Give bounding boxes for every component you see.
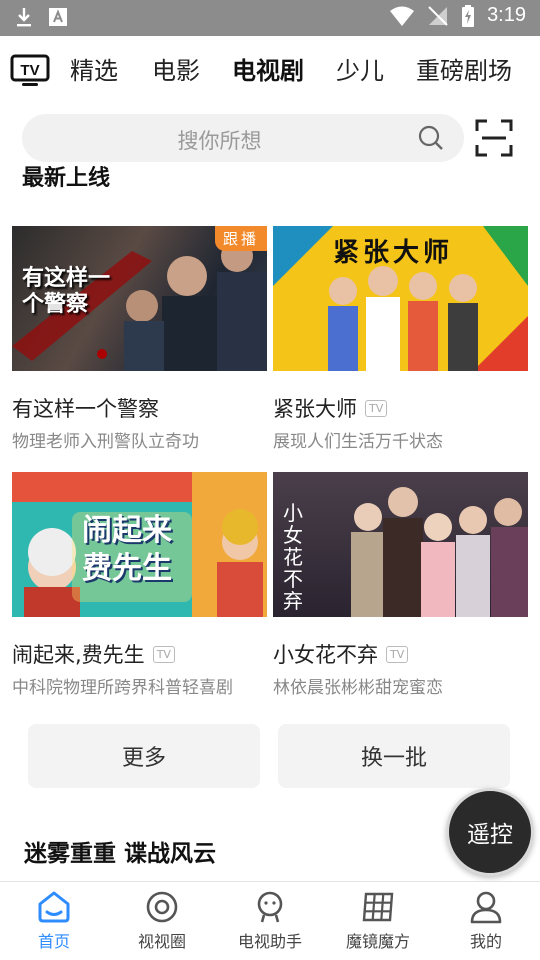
search-placeholder: 搜你所想	[177, 129, 262, 153]
more-button[interactable]: 更多	[28, 724, 260, 788]
cube-grid-icon	[362, 892, 394, 922]
card-subtitle: 林依晨张彬彬甜宠蜜恋	[273, 678, 443, 698]
tv-logo-icon[interactable]: TV	[10, 54, 50, 88]
font-app-icon	[49, 8, 67, 26]
wifi-icon	[390, 6, 415, 26]
bottom-nav-label: 我的	[469, 932, 502, 951]
circle-icon	[146, 891, 178, 923]
bottom-nav-tv-assistant[interactable]: 电视助手	[216, 890, 324, 952]
bottom-nav-circle[interactable]: 视视圈	[108, 890, 216, 952]
bottom-nav-mine[interactable]: 我的	[432, 890, 540, 952]
section-title-spy-drama: 迷雾重重 谍战风云	[24, 841, 217, 867]
show-card-nervous-master[interactable]: 紧张大师 紧张大师 TV 展现人们生活万千状态	[273, 226, 528, 452]
tv-badge: TV	[386, 645, 409, 663]
card-title: 小女花不弃	[273, 643, 378, 667]
card-subtitle: 中科院物理所跨界科普轻喜剧	[12, 678, 233, 698]
svg-text:TV: TV	[20, 62, 39, 79]
no-signal-icon	[428, 5, 448, 26]
remote-control-button[interactable]: 遥控	[446, 788, 534, 876]
card-subtitle: 展现人们生活万千状态	[273, 432, 443, 452]
bottom-nav-home[interactable]: 首页	[0, 890, 108, 952]
follow-badge: 跟播	[214, 226, 267, 251]
show-poster[interactable]: 有这样一个警察 跟播	[12, 226, 267, 371]
tab-movies[interactable]: 电影	[152, 56, 200, 86]
download-icon	[17, 8, 31, 27]
poster-overlay-text: 紧张大师	[333, 238, 454, 268]
bottom-nav-label: 电视助手	[237, 932, 302, 951]
bottom-nav-label: 魔镜魔方	[345, 932, 410, 951]
scan-icon[interactable]	[474, 118, 514, 158]
tab-tv-series[interactable]: 电视剧	[232, 56, 304, 86]
card-title: 紧张大师	[273, 397, 357, 421]
tab-featured[interactable]: 精选	[70, 56, 118, 86]
poster-overlay-text: 有这样一个警察	[22, 266, 111, 317]
tab-blockbuster-theater[interactable]: 重磅剧场	[416, 56, 512, 86]
section-title-new-releases: 最新上线	[22, 166, 111, 190]
status-bar: 3:19	[0, 0, 540, 36]
show-poster[interactable]: 小女花不弃	[273, 472, 528, 617]
card-title: 有这样一个警察	[12, 397, 159, 421]
home-icon	[38, 891, 70, 923]
profile-icon	[470, 891, 502, 924]
bottom-nav-magic-cube[interactable]: 魔镜魔方	[324, 890, 432, 952]
bottom-nav-label: 视视圈	[137, 932, 186, 951]
show-poster[interactable]: 闹起来费先生	[12, 472, 267, 617]
battery-icon	[462, 4, 475, 27]
card-title: 闹起来,费先生	[12, 643, 145, 667]
search-icon[interactable]	[418, 125, 444, 151]
category-nav: TV 精选 电影 电视剧 少儿 重磅剧场	[0, 36, 540, 108]
show-card-mr-fei[interactable]: 闹起来费先生 闹起来,费先生 TV 中科院物理所跨界科普轻喜剧	[12, 472, 267, 698]
show-card-hua-bu-qi[interactable]: 小女花不弃 小女花不弃 TV 林依晨张彬彬甜宠蜜恋	[273, 472, 528, 698]
bottom-nav-label: 首页	[37, 932, 70, 951]
tab-kids[interactable]: 少儿	[336, 56, 384, 86]
tv-badge: TV	[152, 645, 175, 663]
poster-overlay-text: 闹起来费先生	[82, 513, 172, 586]
assistant-icon	[257, 891, 283, 923]
refresh-batch-button[interactable]: 换一批	[278, 724, 510, 788]
status-time: 3:19	[487, 4, 526, 26]
show-poster[interactable]: 紧张大师	[273, 226, 528, 371]
search-input[interactable]: 搜你所想	[22, 114, 464, 162]
poster-overlay-text: 小女花不弃	[283, 501, 303, 613]
bottom-nav: 首页 视视圈 电视助手 魔镜魔方 我的	[0, 881, 540, 960]
card-subtitle: 物理老师入刑警队立奇功	[12, 432, 199, 452]
tv-badge: TV	[365, 399, 388, 417]
show-card-police[interactable]: 有这样一个警察 跟播 有这样一个警察 物理老师入刑警队立奇功	[12, 226, 267, 452]
